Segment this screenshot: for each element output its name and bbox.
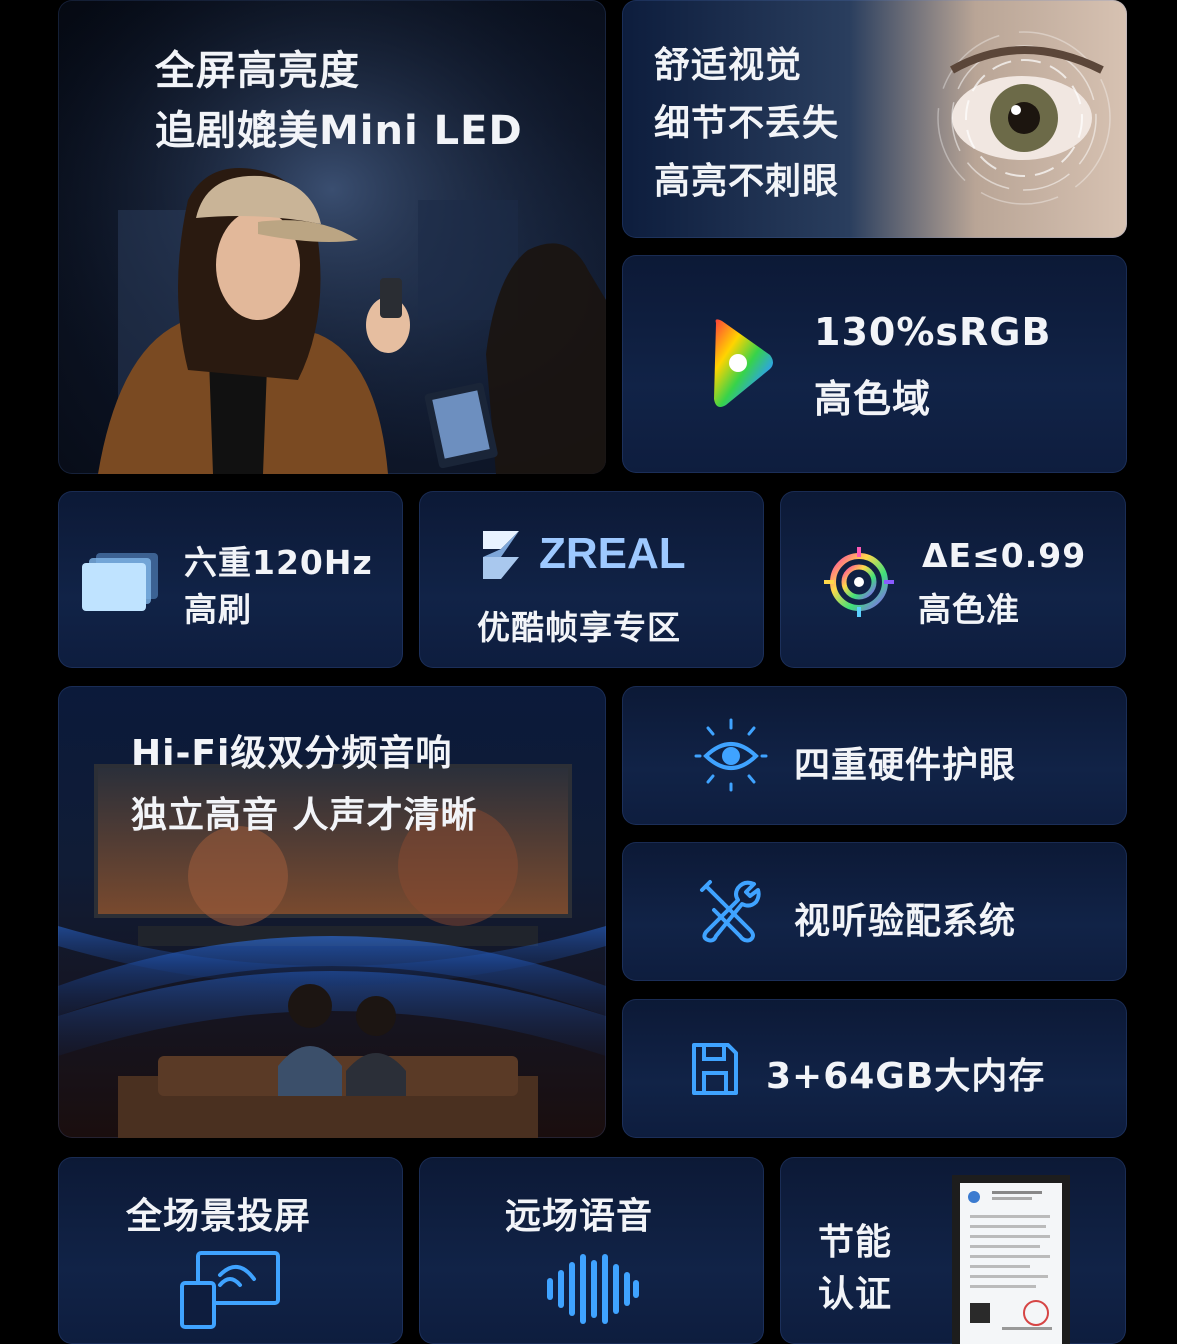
srgb-value: 130%sRGB: [814, 310, 1052, 354]
tools-icon: [700, 880, 761, 943]
delta-e-value: ΔE≤0.99: [922, 536, 1087, 575]
zreal-logo-icon: [483, 531, 519, 579]
refresh-rate-value: 六重120Hz: [184, 543, 373, 582]
card-mini-led: 全屏高亮度 追剧媲美Mini LED: [58, 0, 606, 474]
card-refresh-rate: 六重120Hz 高刷: [58, 491, 403, 668]
srgb-label: 高色域: [814, 377, 932, 421]
av-calibration-label: 视听验配系统: [794, 901, 1017, 942]
card-energy-certification: 节能 认证: [780, 1157, 1126, 1344]
screen-cast-label: 全场景投屏: [126, 1196, 312, 1237]
color-target-icon: [824, 547, 894, 617]
stacked-screens-icon: [82, 553, 158, 611]
eye-care-label: 四重硬件护眼: [794, 745, 1017, 786]
storage-icon: [692, 1043, 738, 1095]
eye-line3: 高亮不刺眼: [654, 161, 840, 202]
refresh-rate-label: 高刷: [184, 590, 252, 629]
color-gamut-icon: [714, 319, 773, 407]
hifi-subtitle: 独立高音 人声才清晰: [131, 795, 478, 836]
zreal-logo-text: ZREAL: [539, 529, 686, 578]
miniled-title-line1: 全屏高亮度: [155, 48, 360, 94]
memory-label: 3+64GB大内存: [766, 1056, 1046, 1097]
card-far-field-voice: 远场语音: [419, 1157, 764, 1344]
zreal-label: 优酷帧享专区: [477, 608, 681, 647]
energy-certificate-image: [952, 1175, 1070, 1344]
delta-e-label: 高色准: [918, 590, 1020, 629]
energy-line2: 认证: [818, 1274, 893, 1315]
card-eye-care: 四重硬件护眼: [622, 686, 1127, 825]
card-color-accuracy: ΔE≤0.99 高色准: [780, 491, 1126, 668]
card-screen-cast: 全场景投屏: [58, 1157, 403, 1344]
card-eye-comfort: 舒适视觉 细节不丢失 高亮不刺眼: [622, 0, 1127, 238]
card-memory: 3+64GB大内存: [622, 999, 1127, 1138]
screen-cast-icon: [180, 1251, 280, 1329]
far-field-voice-label: 远场语音: [505, 1196, 654, 1237]
miniled-title-line2: 追剧媲美Mini LED: [155, 108, 523, 154]
card-hifi-audio: Hi-Fi级双分频音响 独立高音 人声才清晰: [58, 686, 606, 1138]
eye-line1: 舒适视觉: [654, 45, 803, 86]
card-srgb: 130%sRGB 高色域: [622, 255, 1127, 473]
eye-line2: 细节不丢失: [654, 103, 840, 144]
card-zreal: ZREAL 优酷帧享专区: [419, 491, 764, 668]
sound-wave-icon: [547, 1254, 639, 1324]
eye-care-icon: [694, 718, 768, 792]
card-av-calibration: 视听验配系统: [622, 842, 1127, 981]
energy-line1: 节能: [818, 1222, 893, 1263]
hifi-title: Hi-Fi级双分频音响: [131, 733, 453, 774]
